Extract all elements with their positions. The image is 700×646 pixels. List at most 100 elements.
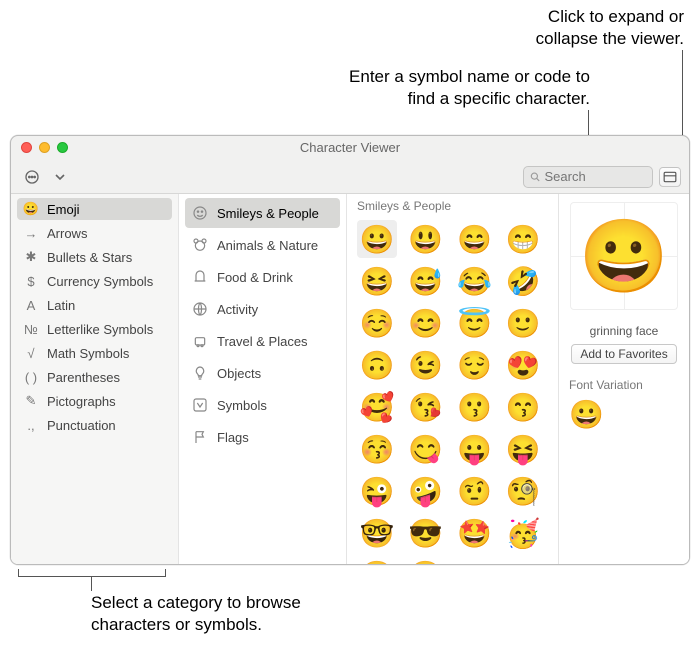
search-field[interactable] xyxy=(523,166,653,188)
subcategory-item-food-drink[interactable]: Food & Drink xyxy=(185,262,340,292)
sidebar-item-icon: √ xyxy=(23,345,39,361)
subcategory-item-animals-nature[interactable]: Animals & Nature xyxy=(185,230,340,260)
sidebar-item-icon: → xyxy=(23,225,39,241)
emoji-cell[interactable]: 😜 xyxy=(357,472,397,510)
sidebar-item-arrows[interactable]: → Arrows xyxy=(17,222,172,244)
sidebar-item-label: Math Symbols xyxy=(47,346,129,361)
annotation-search: Enter a symbol name or code to find a sp… xyxy=(349,66,590,110)
emoji-cell[interactable]: 😅 xyxy=(406,262,446,300)
subcategory-item-activity[interactable]: Activity xyxy=(185,294,340,324)
emoji-cell[interactable]: 😍 xyxy=(503,346,543,384)
sidebar-item-label: Currency Symbols xyxy=(47,274,153,289)
subcategory-item-symbols[interactable]: Symbols xyxy=(185,390,340,420)
emoji-cell[interactable]: 😒 xyxy=(406,556,446,564)
emoji-cell[interactable]: 😌 xyxy=(455,346,495,384)
search-input[interactable] xyxy=(545,169,647,184)
emoji-cell[interactable]: 😛 xyxy=(455,430,495,468)
emoji-cell[interactable]: 🧐 xyxy=(503,472,543,510)
travel-icon xyxy=(191,332,209,350)
subcategory-item-flags[interactable]: Flags xyxy=(185,422,340,452)
sidebar-item-label: Arrows xyxy=(47,226,87,241)
sidebar-item-parentheses[interactable]: ( ) Parentheses xyxy=(17,366,172,388)
emoji-cell[interactable]: 😉 xyxy=(406,346,446,384)
sidebar-item-icon: ✎ xyxy=(23,393,39,409)
sidebar-item-icon: № xyxy=(23,321,39,337)
subcategory-item-label: Animals & Nature xyxy=(217,238,318,253)
emoji-cell[interactable]: 😊 xyxy=(406,304,446,342)
sidebar-item-label: Punctuation xyxy=(47,418,116,433)
subcategory-sidebar: Smileys & People Animals & Nature Food & D… xyxy=(179,194,347,564)
sidebar-item-math-symbols[interactable]: √ Math Symbols xyxy=(17,342,172,364)
emoji-cell[interactable]: 🙃 xyxy=(357,346,397,384)
sidebar-item-label: Parentheses xyxy=(47,370,120,385)
subcategory-item-label: Travel & Places xyxy=(217,334,308,349)
annotation-expand: Click to expand or collapse the viewer. xyxy=(536,6,684,50)
expand-collapse-button[interactable] xyxy=(659,167,681,187)
window-body: 😀Emoji→Arrows✱Bullets & Stars$Currency S… xyxy=(11,194,689,564)
emoji-cell[interactable]: 🤓 xyxy=(357,514,397,552)
sidebar-item-emoji[interactable]: 😀Emoji xyxy=(17,198,172,220)
animal-icon xyxy=(191,236,209,254)
sidebar-item-pictographs[interactable]: ✎Pictographs xyxy=(17,390,172,412)
sidebar-item-icon: ., xyxy=(23,417,39,433)
emoji-cell[interactable]: 😃 xyxy=(406,220,446,258)
emoji-cell[interactable]: 😙 xyxy=(503,388,543,426)
emoji-cell[interactable]: 😝 xyxy=(503,430,543,468)
emoji-cell[interactable]: 😘 xyxy=(406,388,446,426)
category-sidebar: 😀Emoji → Arrows ✱ Bullets & Stars $ Currency S… xyxy=(11,194,179,564)
grid-header: Smileys & People xyxy=(347,194,558,216)
activity-icon xyxy=(191,300,209,318)
emoji-cell[interactable]: 😁 xyxy=(503,220,543,258)
emoji-cell[interactable]: 🥰 xyxy=(357,388,397,426)
subcategory-item-label: Flags xyxy=(217,430,249,445)
sidebar-item-label: Bullets & Stars xyxy=(47,250,132,265)
emoji-cell[interactable]: 😏 xyxy=(357,556,397,564)
options-menu-button[interactable] xyxy=(19,166,45,188)
sidebar-item-icon: $ xyxy=(23,273,39,289)
dropdown-chevron-button[interactable] xyxy=(51,166,69,188)
annotation-bracket xyxy=(18,569,166,577)
symbols-icon xyxy=(191,396,209,414)
detail-panel: 😀 grinning face Add to Favorites Font Va… xyxy=(559,194,689,564)
sidebar-item-bullets-stars[interactable]: ✱ Bullets & Stars xyxy=(17,246,172,268)
flags-icon xyxy=(191,428,209,446)
sidebar-item-icon: ( ) xyxy=(23,369,39,385)
emoji-cell[interactable]: 🤩 xyxy=(455,514,495,552)
sidebar-item-currency-symbols[interactable]: $ Currency Symbols xyxy=(17,270,172,292)
subcategory-item-travel-places[interactable]: Travel & Places xyxy=(185,326,340,356)
sidebar-item-label: Emoji xyxy=(47,202,80,217)
emoji-cell[interactable]: ☺️ xyxy=(357,304,397,342)
emoji-cell[interactable]: 😚 xyxy=(357,430,397,468)
sidebar-item-icon: A xyxy=(23,297,39,313)
font-variation-item[interactable]: 😀 xyxy=(569,399,604,430)
add-to-favorites-button[interactable]: Add to Favorites xyxy=(571,344,676,364)
subcategory-item-label: Smileys & People xyxy=(217,206,319,221)
emoji-cell[interactable]: 😆 xyxy=(357,262,397,300)
toolbar xyxy=(11,160,689,194)
food-icon xyxy=(191,268,209,286)
emoji-cell[interactable]: 😇 xyxy=(455,304,495,342)
emoji-cell[interactable]: 😄 xyxy=(455,220,495,258)
emoji-cell[interactable]: 😗 xyxy=(455,388,495,426)
emoji-cell[interactable]: 🙂 xyxy=(503,304,543,342)
emoji-cell[interactable]: 😀 xyxy=(357,220,397,258)
emoji-name: grinning face xyxy=(590,324,659,338)
emoji-cell[interactable]: 🥳 xyxy=(503,514,543,552)
emoji-cell[interactable]: 😂 xyxy=(455,262,495,300)
subcategory-item-label: Objects xyxy=(217,366,261,381)
emoji-cell[interactable]: 😋 xyxy=(406,430,446,468)
emoji-cell[interactable]: 🤨 xyxy=(455,472,495,510)
emoji-cell[interactable]: 😎 xyxy=(406,514,446,552)
sidebar-item-letterlike-symbols[interactable]: № Letterlike Symbols xyxy=(17,318,172,340)
subcategory-item-objects[interactable]: Objects xyxy=(185,358,340,388)
sidebar-item-punctuation[interactable]: ., Punctuation xyxy=(17,414,172,436)
subcategory-item-smileys-people[interactable]: Smileys & People xyxy=(185,198,340,228)
sidebar-item-icon: ✱ xyxy=(23,249,39,265)
emoji-cell[interactable]: 🤪 xyxy=(406,472,446,510)
emoji-cell[interactable]: 🤣 xyxy=(503,262,543,300)
subcategory-item-label: Symbols xyxy=(217,398,267,413)
sidebar-item-latin[interactable]: ALatin xyxy=(17,294,172,316)
sidebar-item-label: Letterlike Symbols xyxy=(47,322,153,337)
search-icon xyxy=(530,171,541,183)
subcategory-item-label: Activity xyxy=(217,302,258,317)
